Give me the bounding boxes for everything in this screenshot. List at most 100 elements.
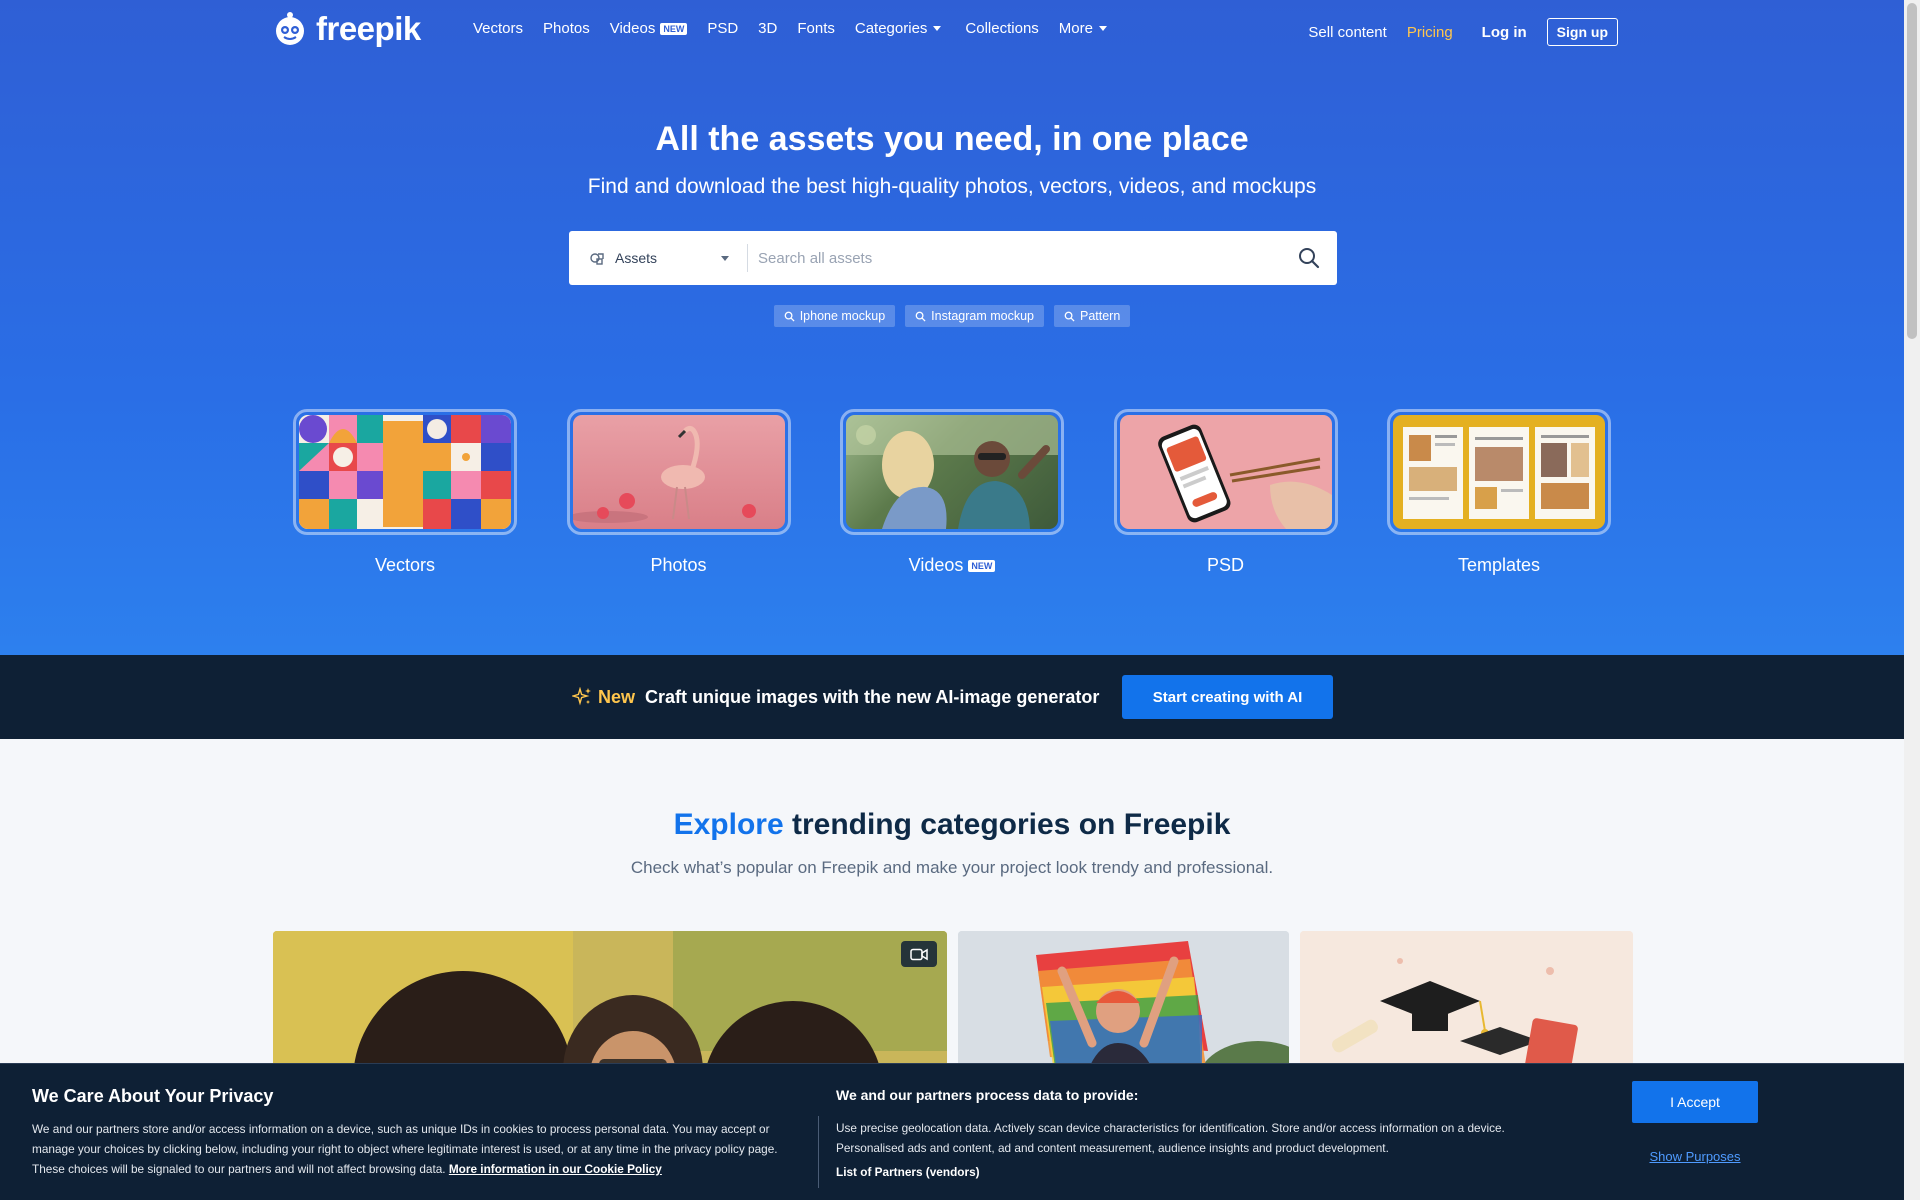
nav-psd[interactable]: PSD — [707, 20, 738, 37]
asset-categories: Vectors Photos Videos NEW PSD Templates — [293, 409, 1611, 576]
nav-photos[interactable]: Photos — [543, 20, 590, 37]
category-photos-label: Photos — [650, 555, 707, 575]
ai-generator-banner: New Craft unique images with the new AI-… — [0, 655, 1904, 739]
category-photos[interactable]: Photos — [566, 409, 791, 576]
nav-vectors-label: Vectors — [473, 20, 524, 37]
category-psd-label: PSD — [1206, 555, 1244, 575]
category-thumbnail — [293, 409, 517, 535]
category-psd[interactable]: PSD — [1113, 409, 1338, 576]
search-icon — [784, 311, 795, 322]
nav-fonts[interactable]: Fonts — [797, 20, 835, 37]
explore-title-rest: trending categories on Freepik — [783, 808, 1231, 841]
video-indicator — [901, 941, 937, 967]
nav-categories-dropdown[interactable]: Categories — [855, 20, 942, 37]
category-videos[interactable]: Videos NEW — [840, 409, 1064, 576]
phone-mockup-image — [1119, 415, 1332, 529]
ai-new-label: New — [598, 686, 636, 707]
freepik-mascot-icon — [276, 12, 304, 45]
flamingo-illustration — [572, 425, 756, 523]
accept-cookies-button[interactable]: I Accept — [1632, 1081, 1758, 1123]
category-label: Templates — [1387, 555, 1611, 576]
category-thumbnail — [1113, 409, 1338, 535]
sell-content-link[interactable]: Sell content — [1308, 24, 1386, 41]
chevron-down-icon — [1098, 26, 1107, 31]
search-bar: Assets — [569, 231, 1337, 285]
hero-section: freepik Vectors Photos Videos NEW PSD 3D … — [0, 0, 1904, 655]
chevron-down-icon — [933, 26, 942, 31]
cookie-body-text: We and our partners store and/or access … — [32, 1122, 778, 1176]
category-templates-label: Templates — [1457, 555, 1541, 575]
category-vectors[interactable]: Vectors — [293, 409, 517, 576]
search-icon — [1299, 248, 1320, 269]
brochure-templates-illustration — [1403, 427, 1595, 519]
cookie-body: We and our partners store and/or access … — [32, 1119, 812, 1179]
nav-videos[interactable]: Videos NEW — [610, 20, 688, 37]
hero-subtitle: Find and download the best high-quality … — [587, 175, 1317, 198]
nav-collections[interactable]: Collections — [965, 20, 1038, 37]
suggested-tags: Iphone mockup Instagram mockup Pattern — [0, 305, 1904, 327]
tag-label: Pattern — [1080, 309, 1121, 323]
freepik-logo[interactable]: freepik — [272, 10, 421, 48]
new-badge: NEW — [968, 559, 996, 572]
category-vectors-label: Vectors — [374, 555, 436, 575]
video-camera-icon — [910, 948, 928, 960]
category-templates[interactable]: Templates — [1387, 409, 1611, 576]
category-thumbnail — [840, 409, 1064, 535]
sparkle-icon — [572, 687, 591, 706]
nav-right: Sell content Pricing Log in Sign up — [1308, 18, 1618, 46]
tag-label: Iphone mockup — [799, 309, 886, 323]
cookie-divider — [818, 1116, 819, 1188]
explore-title-accent: Explore — [673, 808, 784, 841]
festival-crowd-illustration — [846, 415, 1058, 529]
category-thumbnail — [566, 409, 791, 535]
nav-vectors[interactable]: Vectors — [473, 20, 523, 37]
category-videos-label: Videos — [908, 555, 964, 575]
nav-fonts-label: Fonts — [797, 20, 835, 37]
search-icon — [915, 311, 926, 322]
cookie-consent-banner: We Care About Your Privacy We and our pa… — [0, 1063, 1904, 1200]
new-badge: NEW — [660, 22, 688, 35]
signup-button[interactable]: Sign up — [1546, 18, 1618, 46]
category-label: Videos NEW — [840, 555, 1064, 576]
nav-videos-label: Videos — [609, 20, 656, 37]
cookie-purposes-title: We and our partners process data to prov… — [836, 1087, 1139, 1103]
chevron-down-icon — [721, 256, 729, 261]
tag-label: Instagram mockup — [931, 309, 1034, 323]
nav-3d[interactable]: 3D — [758, 20, 777, 37]
category-label: Vectors — [293, 555, 517, 576]
category-label: PSD — [1114, 555, 1338, 576]
ai-banner-content: New Craft unique images with the new AI-… — [572, 655, 1099, 739]
pricing-link[interactable]: Pricing — [1407, 24, 1453, 41]
explore-subtitle: Check what’s popular on Freepik and make… — [630, 858, 1274, 877]
tag-chip[interactable]: Iphone mockup — [773, 305, 896, 327]
vectors-pattern-image — [299, 415, 511, 529]
cookie-purposes-text: Use precise geolocation data. Actively s… — [836, 1121, 1505, 1155]
nav-collections-label: Collections — [965, 20, 1039, 37]
nav-more-dropdown[interactable]: More — [1059, 20, 1107, 37]
hero-title: All the assets you need, in one place — [655, 120, 1249, 158]
tag-chip[interactable]: Pattern — [1054, 305, 1131, 327]
category-thumbnail — [1387, 409, 1611, 535]
category-label: Photos — [567, 555, 791, 576]
search-input[interactable] — [748, 249, 1281, 267]
cookie-policy-link[interactable]: More information in our Cookie Policy — [449, 1162, 662, 1176]
assets-icon — [590, 253, 604, 265]
asset-type-label: Assets — [615, 250, 658, 266]
nav-categories-label: Categories — [854, 20, 928, 37]
nav-links: Vectors Photos Videos NEW PSD 3D Fonts Ca… — [473, 20, 1127, 37]
geometric-pattern-image — [299, 415, 511, 529]
nav-3d-label: 3D — [758, 20, 778, 37]
partners-list-link[interactable]: List of Partners (vendors) — [836, 1165, 980, 1179]
search-icon — [1064, 311, 1075, 322]
page-scrollbar[interactable] — [1904, 0, 1920, 1200]
scrollbar-thumb[interactable] — [1907, 3, 1917, 339]
login-link[interactable]: Log in — [1482, 24, 1527, 41]
asset-type-dropdown[interactable]: Assets — [569, 231, 747, 285]
tag-chip[interactable]: Instagram mockup — [905, 305, 1044, 327]
search-button[interactable] — [1281, 231, 1337, 285]
nav-psd-label: PSD — [707, 20, 739, 37]
explore-title: Explore trending categories on Freepik — [0, 808, 1904, 842]
phone-mockup-illustration — [1157, 424, 1332, 529]
show-purposes-link[interactable]: Show Purposes — [1632, 1149, 1758, 1164]
start-creating-ai-button[interactable]: Start creating with AI — [1122, 675, 1333, 719]
